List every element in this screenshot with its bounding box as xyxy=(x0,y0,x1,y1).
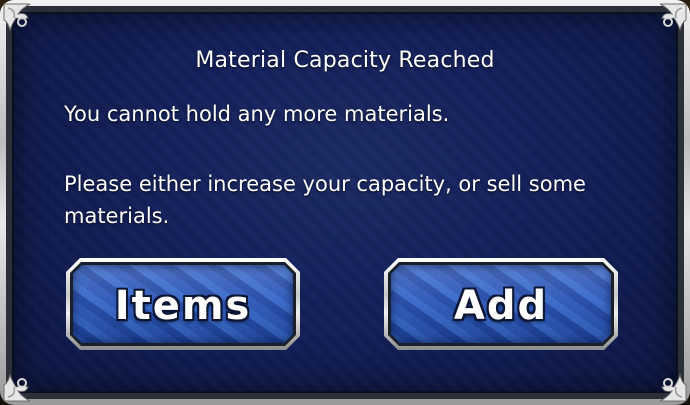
ornate-corner-bottom-left-icon xyxy=(0,359,46,405)
ornate-corner-top-right-icon xyxy=(644,0,690,46)
ornate-corner-top-left-icon xyxy=(0,0,46,46)
ornate-corner-bottom-right-icon xyxy=(644,359,690,405)
items-button[interactable]: Items xyxy=(66,258,300,350)
dialog-message-instructions: Please either increase your capacity, or… xyxy=(64,172,586,228)
game-scene: Material Capacity Reached You cannot hol… xyxy=(0,0,690,405)
items-button-label: Items xyxy=(114,283,252,329)
add-button-label: Add xyxy=(453,283,549,329)
dialog-message-capacity: You cannot hold any more materials. xyxy=(64,102,450,126)
add-button[interactable]: Add xyxy=(384,258,618,350)
dialog-title: Material Capacity Reached xyxy=(195,48,495,73)
